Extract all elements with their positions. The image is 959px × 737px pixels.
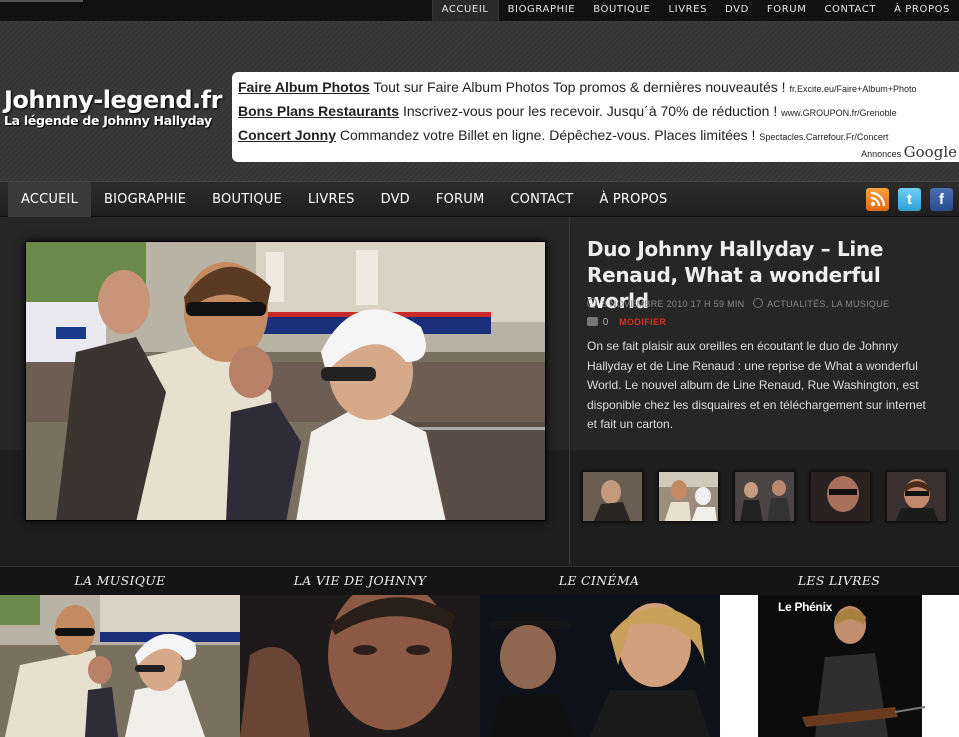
category-image-cinema[interactable] (480, 595, 720, 737)
ad-item[interactable]: Bons Plans Restaurants Inscrivez-vous po… (238, 99, 959, 123)
edit-link[interactable]: MODIFIER (619, 317, 666, 327)
comment-icon (587, 317, 598, 326)
category-image-livres[interactable]: Le Phénix (720, 595, 959, 737)
post-categories[interactable]: ACTUALITÉS, LA MUSIQUE (767, 299, 889, 309)
facebook-icon[interactable]: f (930, 188, 953, 211)
featured-photo[interactable] (25, 241, 546, 521)
post-date: 8 NOVEMBRE 2010 17 H 59 MIN (601, 299, 745, 309)
top-nav-forum[interactable]: FORUM (758, 0, 816, 21)
thumbnail[interactable] (734, 471, 795, 522)
nav-biographie[interactable]: BIOGRAPHIE (91, 182, 199, 217)
thumbnail[interactable] (658, 471, 719, 522)
top-nav-accueil[interactable]: ACCUEIL (431, 0, 499, 21)
ad-url[interactable]: fr.Excite.eu/Faire+Album+Photo (789, 84, 916, 94)
book-cover-title: Le Phénix (778, 600, 832, 614)
social-links: t f (866, 188, 953, 211)
thumbnail[interactable] (886, 471, 947, 522)
ads-by-google[interactable]: Annonces Google (861, 143, 957, 161)
category-la-vie-de-johnny[interactable]: LA VIE DE JOHNNY (240, 567, 480, 595)
post-meta: 8 NOVEMBRE 2010 17 H 59 MIN ACTUALITÉS, … (587, 298, 889, 309)
category-image-musique[interactable] (0, 595, 240, 737)
ad-url[interactable]: www.GROUPON.fr/Grenoble (781, 108, 897, 118)
main-navigation: ACCUEIL BIOGRAPHIE BOUTIQUE LIVRES DVD F… (0, 181, 959, 217)
site-header: Johnny-legend.fr La légende de Johnny Ha… (0, 21, 959, 181)
top-nav-contact[interactable]: CONTACT (815, 0, 885, 21)
nav-livres[interactable]: LIVRES (295, 182, 368, 217)
thumbnail[interactable] (810, 471, 871, 522)
thumbnail[interactable] (582, 471, 643, 522)
nav-contact[interactable]: CONTACT (497, 182, 586, 217)
rss-icon[interactable] (866, 188, 889, 211)
top-navigation: ACCUEIL BIOGRAPHIE BOUTIQUE LIVRES DVD F… (0, 0, 959, 21)
tag-icon (752, 298, 763, 308)
nav-forum[interactable]: FORUM (423, 182, 497, 217)
comment-count[interactable]: 0 (603, 317, 609, 328)
top-nav-livres[interactable]: LIVRES (659, 0, 716, 21)
ad-title[interactable]: Concert Jonny (238, 127, 336, 143)
ad-title[interactable]: Faire Album Photos (238, 79, 370, 95)
twitter-icon[interactable]: t (898, 188, 921, 211)
category-le-cinema[interactable]: LE CINÉMA (479, 567, 719, 595)
feature-thumbnails (582, 471, 947, 522)
nav-dvd[interactable]: DVD (368, 182, 423, 217)
category-les-livres[interactable]: LES LIVRES (719, 567, 959, 595)
google-ads-block: Faire Album Photos Tout sur Faire Album … (232, 72, 959, 162)
logo-tagline: La légende de Johnny Hallyday (4, 113, 212, 128)
category-la-musique[interactable]: LA MUSIQUE (0, 567, 240, 595)
feature-divider (569, 217, 570, 565)
logo-name: Johnny-legend.fr (4, 86, 222, 114)
ad-text: Inscrivez-vous pour les recevoir. Jusqu´… (402, 103, 778, 119)
top-nav-biographie[interactable]: BIOGRAPHIE (499, 0, 585, 21)
category-images: Le Phénix (0, 595, 959, 737)
top-nav-boutique[interactable]: BOUTIQUE (584, 0, 659, 21)
top-nav-dvd[interactable]: DVD (716, 0, 758, 21)
ad-item[interactable]: Faire Album Photos Tout sur Faire Album … (238, 75, 959, 99)
category-bar: LA MUSIQUE LA VIE DE JOHNNY LE CINÉMA LE… (0, 566, 959, 595)
clock-icon (587, 298, 597, 308)
feature-excerpt: On se fait plaisir aux oreilles en écout… (587, 339, 926, 431)
nav-accueil[interactable]: ACCUEIL (8, 182, 92, 217)
ad-text: Commandez votre Billet en ligne. Dépêche… (339, 127, 756, 143)
ad-text: Tout sur Faire Album Photos Top promos &… (373, 79, 786, 95)
top-divider (0, 0, 83, 2)
ad-title[interactable]: Bons Plans Restaurants (238, 103, 399, 119)
ad-url[interactable]: Spectacles.Carrefour.Fr/Concert (759, 132, 888, 142)
ads-by-label: Annonces (861, 149, 902, 159)
google-logo: Google (903, 143, 957, 161)
post-meta-comments: 0 MODIFIER (587, 317, 666, 328)
top-nav-a-propos[interactable]: À PROPOS (885, 0, 959, 21)
category-image-vie[interactable] (240, 595, 480, 737)
site-logo[interactable]: Johnny-legend.fr La légende de Johnny Ha… (4, 86, 222, 128)
ad-item[interactable]: Concert Jonny Commandez votre Billet en … (238, 123, 959, 147)
nav-a-propos[interactable]: À PROPOS (586, 182, 680, 217)
nav-boutique[interactable]: BOUTIQUE (199, 182, 295, 217)
